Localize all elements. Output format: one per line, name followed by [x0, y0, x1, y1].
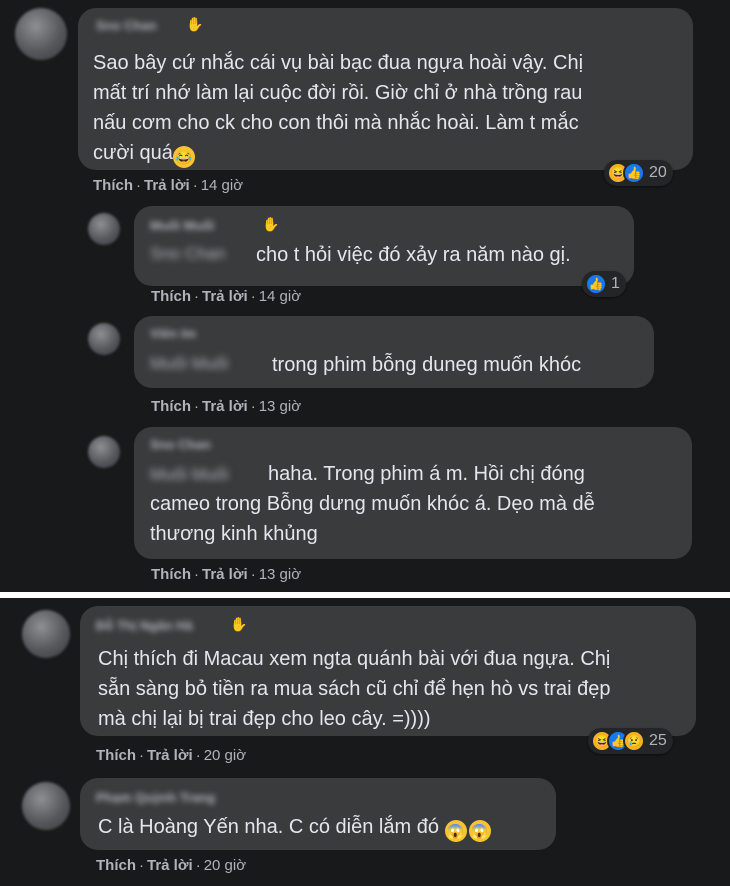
shocked-emoji-icon: 😱 [468, 820, 491, 842]
mention-link[interactable]: Sno Chan [150, 244, 226, 264]
separator: · [194, 566, 199, 583]
comment-text-line: thương kinh khủng [150, 523, 318, 545]
timestamp[interactable]: 20 giờ [204, 857, 246, 874]
reply-link[interactable]: Trả lời [202, 566, 248, 583]
timestamp[interactable]: 13 giờ [259, 566, 301, 583]
thumbs-up-icon: 👍 [585, 273, 607, 295]
comment-author[interactable]: Sno Chan [96, 18, 157, 33]
comment-text-line: mà chị lại bị trai đẹp cho leo cây. =)))… [98, 708, 431, 730]
avatar[interactable] [88, 213, 120, 245]
avatar[interactable] [15, 8, 67, 60]
comment-text: cười quá [93, 142, 173, 164]
separator: · [195, 857, 201, 874]
wave-hand-icon: ✋ [230, 616, 248, 632]
wave-hand-icon: ✋ [262, 216, 280, 232]
comment-author[interactable]: Muối Muối [150, 218, 214, 233]
separator: · [195, 747, 201, 764]
comment-text-line: C là Hoàng Yến nha. C có diễn lắm đó 😱 😱 [98, 812, 491, 842]
avatar[interactable] [88, 436, 120, 468]
separator: · [250, 288, 256, 305]
avatar[interactable] [22, 782, 70, 830]
like-link[interactable]: Thích [96, 747, 136, 764]
comment-text-line: Chị thích đi Macau xem ngta quánh bài vớ… [98, 648, 611, 670]
comment-actions: Thích · Trả lời · 13 giờ [151, 566, 301, 583]
separator: · [250, 566, 256, 583]
comment-actions: Thích · Trả lời · 14 giờ [151, 288, 301, 305]
avatar[interactable] [22, 610, 70, 658]
separator: · [194, 288, 199, 305]
separator: · [192, 177, 198, 194]
reaction-count: 25 [649, 732, 667, 749]
reply-link[interactable]: Trả lời [147, 857, 193, 874]
like-link[interactable]: Thích [151, 566, 191, 583]
comment-text-line: cười quá 😂 [93, 138, 195, 168]
separator: · [139, 747, 144, 764]
laughing-emoji-icon: 😂 [172, 146, 195, 168]
comment-bubble: Đỗ Thị Ngân Hà ✋ Chị thích đi Macau xem … [80, 606, 696, 736]
reaction-summary[interactable]: 😆 👍 20 [604, 160, 673, 186]
comment-text: cho t hỏi việc đó xảy ra năm nào gị. [256, 244, 571, 266]
reply-link[interactable]: Trả lời [147, 747, 193, 764]
reply-link[interactable]: Trả lời [202, 288, 248, 305]
timestamp[interactable]: 14 giờ [259, 288, 301, 305]
comment-bubble: Sno Chan Muối Muối haha. Trong phim á m.… [134, 427, 692, 559]
shocked-emoji-icon: 😱 [444, 820, 467, 842]
comment-text-line: mất trí nhớ làm lại cuộc đời rồi. Giờ ch… [93, 82, 583, 104]
comment-text-line: haha. Trong phim á m. Hồi chị đóng [268, 463, 585, 485]
separator: · [194, 398, 199, 415]
comment-actions: Thích · Trả lời · 20 giờ [96, 857, 246, 874]
reaction-summary[interactable]: 👍 1 [582, 271, 626, 297]
comment-actions: Thích · Trả lời · 14 giờ [93, 177, 243, 194]
wave-hand-icon: ✋ [186, 16, 204, 32]
mention-link[interactable]: Muối Muối [150, 354, 228, 374]
like-link[interactable]: Thích [151, 398, 191, 415]
comment-actions: Thích · Trả lời · 13 giờ [151, 398, 301, 415]
reply-link[interactable]: Trả lời [202, 398, 248, 415]
thumbs-up-icon: 👍 [623, 162, 645, 184]
like-link[interactable]: Thích [151, 288, 191, 305]
comment-actions: Thích · Trả lời · 20 giờ [96, 747, 246, 764]
reply-link[interactable]: Trả lời [144, 177, 190, 194]
comment-bubble: Phạm Quỳnh Trang C là Hoàng Yến nha. C c… [80, 778, 556, 850]
separator: · [136, 177, 141, 194]
separator: · [139, 857, 144, 874]
timestamp[interactable]: 20 giờ [204, 747, 246, 764]
comment-text-line: Sao bây cứ nhắc cái vụ bài bạc đua ngựa … [93, 52, 584, 74]
comment-text-line: sẵn sàng bỏ tiền ra mua sách cũ chỉ để h… [98, 678, 611, 700]
avatar[interactable] [88, 323, 120, 355]
comment-author[interactable]: Sno Chan [150, 437, 211, 452]
comment-thread-bottom: Đỗ Thị Ngân Hà ✋ Chị thích đi Macau xem … [0, 598, 730, 886]
reaction-summary[interactable]: 😆 👍 😢 25 [588, 728, 673, 754]
comment-text-line: cameo trong Bỗng dưng muốn khóc á. Dẹo m… [150, 493, 595, 515]
comment-bubble: Sno Chan ✋ Sao bây cứ nhắc cái vụ bài bạ… [78, 8, 693, 170]
comment-author[interactable]: Phạm Quỳnh Trang [96, 790, 215, 805]
like-link[interactable]: Thích [96, 857, 136, 874]
reaction-count: 1 [611, 275, 620, 292]
sad-emoji-icon: 😢 [623, 730, 645, 752]
comment-text-line: nấu cơm cho ck cho con thôi mà nhắc hoài… [93, 112, 579, 134]
comment-text: C là Hoàng Yến nha. C có diễn lắm đó [98, 816, 439, 838]
comment-thread-top: Sno Chan ✋ Sao bây cứ nhắc cái vụ bài bạ… [0, 0, 730, 592]
comment-text: trong phim bỗng duneg muốn khóc [272, 354, 582, 376]
timestamp[interactable]: 13 giờ [259, 398, 301, 415]
timestamp[interactable]: 14 giờ [201, 177, 243, 194]
reaction-count: 20 [649, 164, 667, 181]
separator: · [250, 398, 256, 415]
like-link[interactable]: Thích [93, 177, 133, 194]
comment-author[interactable]: Đỗ Thị Ngân Hà [96, 618, 193, 633]
comment-bubble: Viên Im Muối Muối trong phim bỗng duneg … [134, 316, 654, 388]
comment-author[interactable]: Viên Im [150, 326, 196, 341]
mention-link[interactable]: Muối Muối [150, 465, 228, 485]
comment-bubble: Muối Muối ✋ Sno Chan cho t hỏi việc đó x… [134, 206, 634, 286]
